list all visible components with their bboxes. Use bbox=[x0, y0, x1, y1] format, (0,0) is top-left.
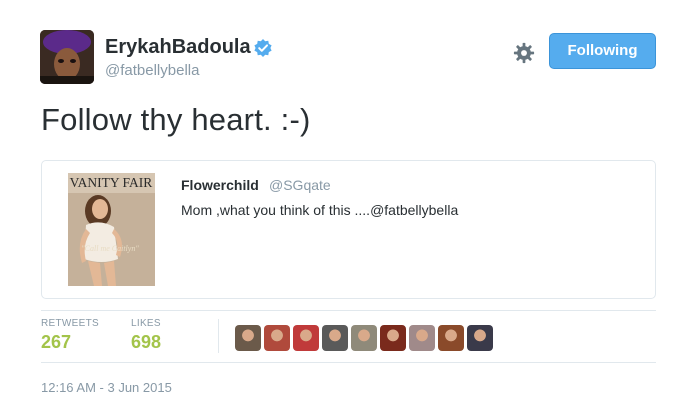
quoted-tweet-media[interactable]: VANITY FAIR "Call me Caitlyn" bbox=[68, 173, 155, 286]
liker-avatar[interactable] bbox=[438, 325, 464, 351]
author-handle[interactable]: @fatbellybella bbox=[105, 62, 199, 79]
liker-avatar[interactable] bbox=[409, 325, 435, 351]
quoted-tweet-card[interactable]: VANITY FAIR "Call me Caitlyn" Flowerchil… bbox=[41, 160, 656, 299]
liker-avatar[interactable] bbox=[380, 325, 406, 351]
following-button[interactable]: Following bbox=[549, 33, 656, 69]
retweets-count: 267 bbox=[41, 332, 72, 352]
liker-avatar[interactable] bbox=[322, 325, 348, 351]
avatar-image bbox=[40, 30, 94, 84]
magazine-masthead: VANITY FAIR bbox=[70, 175, 153, 190]
magazine-cover-line: "Call me Caitlyn" bbox=[81, 244, 139, 253]
gear-icon[interactable] bbox=[513, 42, 535, 64]
tweet-text: Follow thy heart. :-) bbox=[41, 102, 311, 137]
liker-avatar[interactable] bbox=[467, 325, 493, 351]
stats-vertical-divider bbox=[218, 319, 219, 353]
stats-bottom-divider bbox=[41, 362, 656, 363]
retweets-label: RETWEETS bbox=[41, 318, 99, 329]
verified-badge-icon bbox=[254, 39, 272, 57]
likers-avatars bbox=[235, 325, 493, 351]
likes-label: LIKES bbox=[131, 318, 161, 329]
author-display-name[interactable]: ErykahBadoula bbox=[105, 36, 251, 59]
tweet-timestamp[interactable]: 12:16 AM - 3 Jun 2015 bbox=[41, 380, 172, 395]
quoted-tweet-text: Mom ,what you think of this ....@fatbell… bbox=[181, 202, 459, 218]
author-avatar[interactable] bbox=[40, 30, 94, 84]
quoted-author-handle[interactable]: @SGqate bbox=[269, 177, 331, 193]
liker-avatar[interactable] bbox=[293, 325, 319, 351]
magazine-cover-image: VANITY FAIR "Call me Caitlyn" bbox=[68, 173, 155, 286]
likes-stat[interactable]: LIKES 698 bbox=[131, 318, 161, 353]
liker-avatar[interactable] bbox=[351, 325, 377, 351]
stats-top-divider bbox=[41, 310, 656, 311]
liker-avatar[interactable] bbox=[264, 325, 290, 351]
likes-count: 698 bbox=[131, 332, 162, 352]
retweets-stat[interactable]: RETWEETS 267 bbox=[41, 318, 99, 353]
quoted-author-name[interactable]: Flowerchild bbox=[181, 177, 259, 193]
liker-avatar[interactable] bbox=[235, 325, 261, 351]
